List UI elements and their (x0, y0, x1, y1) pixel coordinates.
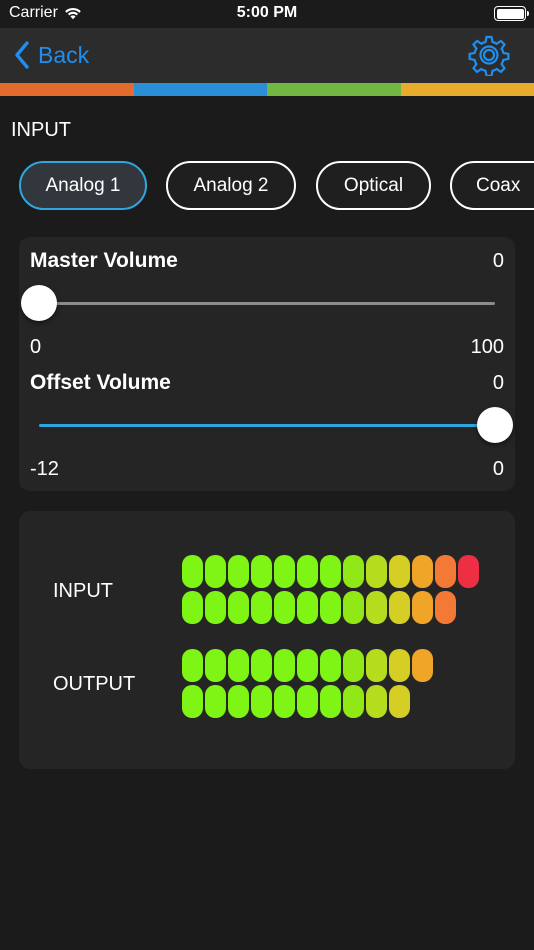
gear-icon (468, 35, 510, 77)
meter-segment (205, 591, 226, 624)
meter-segment (320, 685, 341, 718)
meter-segment (320, 555, 341, 588)
tab-coax[interactable]: Coax (450, 161, 534, 210)
meter-segment (274, 649, 295, 682)
meter-segment (389, 555, 410, 588)
meter-segment (297, 591, 318, 624)
color-strip-green (267, 83, 401, 96)
level-meter-panel: INPUT OUTPUT (19, 511, 515, 769)
meter-segment (274, 555, 295, 588)
master-volume-track[interactable] (39, 302, 495, 305)
meter-segment (228, 555, 249, 588)
meter-segment (182, 685, 203, 718)
color-strip-orange (0, 83, 134, 96)
meter-segment (343, 555, 364, 588)
output-meter-label: OUTPUT (53, 673, 136, 695)
status-bar: Carrier 5:00 PM (0, 0, 534, 28)
meter-segment (251, 649, 272, 682)
color-strip-yellow (400, 83, 534, 96)
tab-optical[interactable]: Optical (316, 161, 431, 210)
output-meter-row-2 (182, 685, 410, 718)
input-source-tabs: Analog 1 Analog 2 Optical Coax (19, 161, 534, 211)
master-volume-value: 0 (492, 250, 504, 272)
meter-segment (297, 649, 318, 682)
meter-segment (182, 591, 203, 624)
meter-segment (435, 591, 456, 624)
offset-volume-track[interactable] (39, 424, 495, 427)
meter-segment (297, 685, 318, 718)
meter-segment (274, 685, 295, 718)
meter-segment (320, 649, 341, 682)
input-meter-row-1 (182, 555, 479, 588)
meter-segment (366, 591, 387, 624)
meter-segment (389, 685, 410, 718)
meter-segment (205, 649, 226, 682)
meter-segment (182, 555, 203, 588)
meter-segment (366, 685, 387, 718)
meter-segment (412, 555, 433, 588)
meter-segment (205, 685, 226, 718)
meter-segment (228, 591, 249, 624)
back-button[interactable]: Back (14, 38, 89, 72)
input-meter-label: INPUT (53, 580, 113, 602)
volume-panel: Master Volume 0 0 100 Offset Volume 0 -1… (19, 237, 515, 491)
meter-segment (343, 591, 364, 624)
meter-segment (205, 555, 226, 588)
input-meter-row-2 (182, 591, 456, 624)
tab-analog-1[interactable]: Analog 1 (19, 161, 147, 210)
meter-segment (366, 555, 387, 588)
meter-segment (297, 555, 318, 588)
settings-button[interactable] (468, 34, 510, 77)
meter-segment (343, 649, 364, 682)
input-section-label: INPUT (11, 119, 71, 141)
back-label: Back (38, 41, 90, 68)
offset-volume-title: Offset Volume (30, 371, 171, 394)
meter-segment (435, 555, 456, 588)
battery-icon (494, 6, 529, 21)
output-meter-row-1 (182, 649, 433, 682)
meter-segment (320, 591, 341, 624)
tab-analog-2[interactable]: Analog 2 (166, 161, 296, 210)
offset-volume-min: -12 (30, 458, 59, 480)
meter-segment (251, 555, 272, 588)
meter-segment (274, 591, 295, 624)
meter-segment (251, 685, 272, 718)
meter-segment (343, 685, 364, 718)
meter-segment (412, 649, 433, 682)
offset-volume-value: 0 (492, 372, 504, 394)
meter-segment (228, 649, 249, 682)
chevron-left-icon (15, 41, 29, 69)
color-strip (0, 83, 534, 96)
master-volume-slider-thumb[interactable] (21, 285, 57, 321)
offset-volume-max: 0 (492, 458, 504, 480)
master-volume-max: 100 (470, 336, 504, 358)
clock: 5:00 PM (236, 4, 298, 21)
meter-segment (228, 685, 249, 718)
color-strip-blue (133, 83, 267, 96)
offset-volume-slider-thumb[interactable] (477, 407, 513, 443)
meter-segment (366, 649, 387, 682)
master-volume-title: Master Volume (30, 249, 178, 272)
meter-segment (251, 591, 272, 624)
navigation-bar: Back (0, 28, 534, 83)
meter-segment (412, 591, 433, 624)
meter-segment (182, 649, 203, 682)
meter-segment (389, 591, 410, 624)
meter-segment (389, 649, 410, 682)
meter-segment (458, 555, 479, 588)
master-volume-min: 0 (30, 336, 42, 358)
